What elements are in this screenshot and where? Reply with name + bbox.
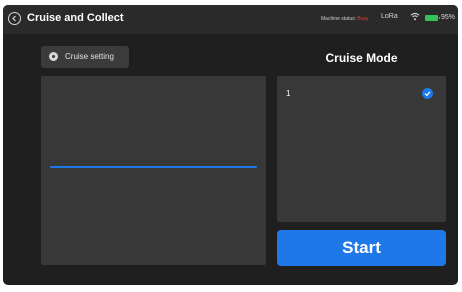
- cruise-map-panel[interactable]: [41, 76, 266, 265]
- cruise-mode-title: Cruise Mode: [325, 51, 398, 65]
- page-title: Cruise and Collect: [27, 12, 124, 24]
- check-icon: [422, 88, 433, 99]
- cruise-mode-item[interactable]: 1: [277, 76, 446, 100]
- cruise-mode-list: 1: [277, 76, 446, 222]
- cruise-setting-label: Cruise setting: [65, 52, 114, 61]
- wifi-icon: [410, 12, 420, 21]
- battery-percent: 95%: [441, 14, 456, 21]
- route-line: [50, 166, 257, 168]
- lora-label: LoRa: [381, 13, 398, 20]
- header-bar: Cruise and Collect Machine status: Busy …: [3, 5, 458, 34]
- app-window: Cruise and Collect Machine status: Busy …: [3, 5, 458, 285]
- machine-status-value: Busy: [357, 16, 369, 22]
- machine-status-label: Machine status:: [321, 16, 357, 22]
- battery-icon: [425, 15, 440, 21]
- machine-status: Machine status: Busy: [321, 16, 369, 22]
- screen: Cruise and Collect Machine status: Busy …: [0, 0, 462, 292]
- cruise-mode-item-label: 1: [286, 89, 291, 98]
- cruise-setting-button[interactable]: Cruise setting: [41, 46, 129, 68]
- start-button[interactable]: Start: [277, 230, 446, 266]
- back-arrow-icon[interactable]: [8, 12, 21, 25]
- gear-icon: [49, 52, 58, 61]
